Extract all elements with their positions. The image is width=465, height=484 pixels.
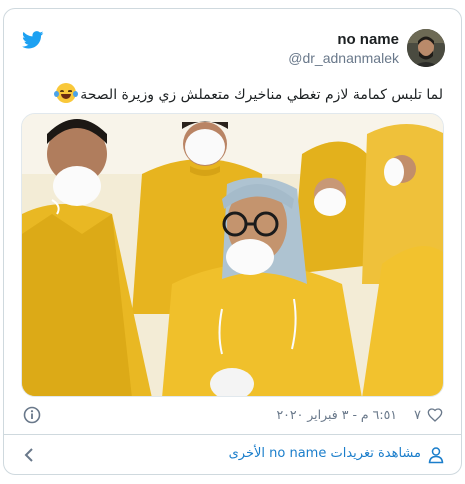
more-tweets-link[interactable]: مشاهدة تغريدات no name الأخرى	[4, 435, 461, 474]
tweet-text: لما تلبس كمامة لازم تغطي مناخيرك متعملش …	[23, 83, 443, 106]
more-tweets-label[interactable]: مشاهدة تغريدات no name الأخرى	[229, 446, 421, 461]
tweet-body: لما تلبس كمامة لازم تغطي مناخيرك متعملش …	[80, 87, 443, 103]
person-icon	[428, 447, 444, 464]
face-with-tears-of-joy-icon	[53, 83, 78, 103]
tweet-photo[interactable]	[21, 113, 444, 397]
like-button[interactable]: ٧	[414, 407, 443, 423]
info-icon[interactable]	[22, 405, 42, 425]
tweet-timestamp[interactable]: ٦:٥١ م - ٣ فبراير ٢٠٢٠	[276, 407, 397, 422]
author-name[interactable]: no name	[288, 31, 399, 49]
twitter-bird-icon[interactable]	[22, 31, 44, 49]
avatar[interactable]	[407, 29, 445, 67]
chevron-left-icon[interactable]	[22, 447, 38, 463]
heart-icon[interactable]	[427, 407, 443, 423]
author-handle[interactable]: @dr_adnanmalek	[288, 49, 399, 67]
tweet-meta: ٦:٥١ م - ٣ فبراير ٢٠٢٠ ٧	[4, 405, 461, 427]
embedded-tweet-card[interactable]: no name @dr_adnanmalek لما تلبس كمامة لا…	[3, 8, 462, 475]
like-count: ٧	[414, 407, 421, 422]
tweet-header: no name @dr_adnanmalek	[4, 9, 461, 71]
author-block[interactable]: no name @dr_adnanmalek	[288, 31, 399, 67]
